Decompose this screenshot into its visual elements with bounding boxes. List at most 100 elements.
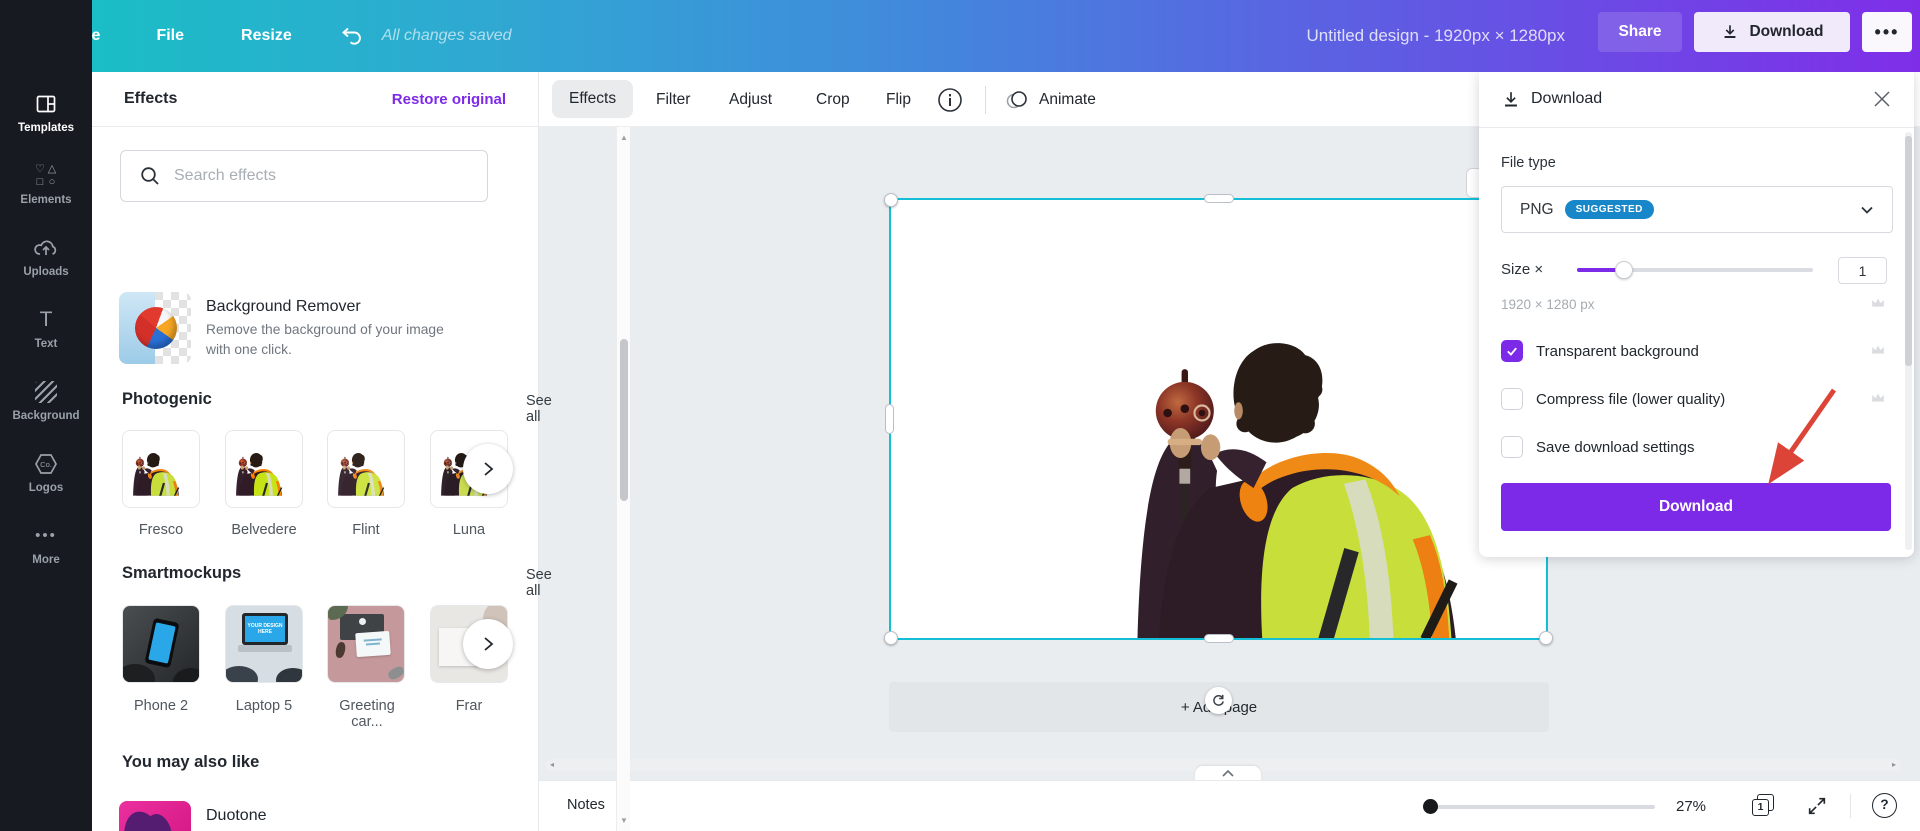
chevron-down-icon: [1861, 206, 1873, 214]
effect-label: Flint: [352, 522, 380, 538]
mockup-thumb-greeting-card[interactable]: [327, 605, 405, 683]
transparent-background-option[interactable]: Transparent background: [1501, 340, 1699, 362]
file-type-select[interactable]: PNG SUGGESTED: [1501, 186, 1893, 233]
share-label: Share: [1618, 23, 1662, 40]
size-slider-thumb[interactable]: [1615, 261, 1633, 279]
download-icon: [1725, 25, 1736, 38]
undo-icon[interactable]: [340, 25, 364, 47]
zoom-slider[interactable]: [1423, 799, 1655, 814]
toolbar-effects-tab[interactable]: Effects: [552, 80, 634, 118]
mockup-thumb-laptop[interactable]: YOUR DESIGN HERE: [225, 605, 303, 683]
chevron-right-icon: [484, 637, 494, 651]
panel-scrollbar-thumb[interactable]: [620, 339, 628, 501]
filter-tab-label: Filter: [656, 90, 691, 108]
rotate-handle[interactable]: [1205, 687, 1232, 714]
zoom-level: 27%: [1676, 798, 1707, 815]
duotone-item[interactable]: Duotone Apply a two-color palette to you…: [119, 801, 448, 831]
more-icon: •••: [35, 527, 57, 544]
restore-original-link[interactable]: Restore original: [392, 91, 506, 108]
mockup-screen-text: YOUR DESIGN HERE: [247, 623, 283, 635]
resize-handle-left[interactable]: [885, 404, 894, 434]
smartmockups-next-button[interactable]: [463, 619, 513, 669]
background-remover-thumbnail: [119, 292, 191, 364]
resize-menu[interactable]: Resize: [241, 27, 292, 45]
search-input[interactable]: [174, 167, 454, 185]
effects-panel-header: Effects Restore original: [92, 72, 538, 127]
effect-thumb-flint[interactable]: [327, 430, 405, 508]
resize-handle-bottom-left[interactable]: [884, 631, 898, 645]
close-icon[interactable]: [1872, 89, 1892, 109]
download-menu-button[interactable]: Download: [1694, 12, 1850, 52]
download-confirm-button[interactable]: Download: [1501, 483, 1891, 531]
share-button[interactable]: Share: [1598, 12, 1682, 52]
adjust-tab-label: Adjust: [729, 90, 773, 108]
search-effects-box[interactable]: [120, 150, 488, 202]
fullscreen-icon[interactable]: [1806, 795, 1828, 817]
resize-handle-bottom[interactable]: [1204, 634, 1234, 643]
effect-thumb-fresco[interactable]: [122, 430, 200, 508]
notes-button[interactable]: Notes: [567, 797, 605, 813]
duotone-title: Duotone: [206, 807, 267, 824]
pro-crown-icon: [1872, 298, 1884, 307]
compress-file-checkbox[interactable]: [1501, 388, 1523, 410]
resize-handle-top-left[interactable]: [884, 193, 898, 207]
sidebar-item-elements[interactable]: ♡ △ □ ○ Elements: [0, 148, 92, 220]
scroll-right-icon[interactable]: ▸: [1892, 760, 1896, 769]
duotone-thumbnail: [119, 801, 191, 831]
scroll-up-icon[interactable]: ▲: [619, 133, 629, 142]
animate-button[interactable]: Animate: [1005, 72, 1096, 127]
chevron-right-icon: [484, 462, 494, 476]
toolbar-crop-tab[interactable]: Crop: [816, 72, 850, 127]
effect-label: Luna: [452, 522, 486, 538]
effects-tab-label: Effects: [569, 90, 617, 107]
photogenic-next-button[interactable]: [463, 444, 513, 494]
transparent-background-checkbox[interactable]: [1501, 340, 1523, 362]
design-title[interactable]: Untitled design - 1920px × 1280px: [1307, 26, 1566, 46]
option-label: Transparent background: [1536, 342, 1699, 360]
file-menu[interactable]: File: [156, 27, 184, 45]
more-options-button[interactable]: •••: [1862, 12, 1912, 52]
size-multiplier-input[interactable]: [1838, 257, 1887, 284]
size-label: Size ×: [1501, 261, 1544, 278]
effect-thumb-belvedere[interactable]: [225, 430, 303, 508]
design-page[interactable]: [891, 200, 1546, 638]
resize-handle-top[interactable]: [1204, 194, 1234, 203]
uploads-icon: [33, 235, 59, 261]
download-panel-scrollbar[interactable]: [1905, 132, 1912, 550]
scroll-down-icon[interactable]: ▼: [619, 816, 629, 825]
sidebar-label: Background: [12, 409, 80, 422]
smartmockups-see-all-link[interactable]: See all: [526, 567, 552, 599]
background-remover-item[interactable]: Background Remover Remove the background…: [119, 292, 464, 364]
mockup-thumb-phone[interactable]: [122, 605, 200, 683]
save-settings-checkbox[interactable]: [1501, 436, 1523, 458]
size-slider[interactable]: [1577, 261, 1813, 279]
mockup-label: Laptop 5: [235, 698, 293, 714]
mockup-label: Greeting car...: [339, 698, 395, 730]
sidebar-item-more[interactable]: ••• More: [0, 508, 92, 580]
toolbar-filter-tab[interactable]: Filter: [656, 72, 690, 127]
toolbar-flip-tab[interactable]: Flip: [886, 72, 911, 127]
background-remover-title: Background Remover: [206, 298, 361, 315]
templates-icon: [33, 91, 59, 117]
scroll-left-icon[interactable]: ◂: [550, 760, 554, 769]
sidebar-item-uploads[interactable]: Uploads: [0, 220, 92, 292]
resize-handle-bottom-right[interactable]: [1539, 631, 1553, 645]
zoom-slider-thumb[interactable]: [1423, 799, 1438, 814]
panel-scrollbar[interactable]: ▲ ▼: [616, 127, 630, 831]
sidebar-item-templates[interactable]: Templates: [0, 76, 92, 148]
sidebar-item-background[interactable]: Background: [0, 364, 92, 436]
sidebar-item-logos[interactable]: Co. Logos: [0, 436, 92, 508]
collapse-notes-button[interactable]: [1195, 766, 1261, 781]
logos-icon: Co.: [33, 451, 59, 477]
compress-file-option[interactable]: Compress file (lower quality): [1501, 388, 1725, 410]
download-panel-scrollbar-thumb[interactable]: [1905, 136, 1912, 366]
background-icon: [33, 379, 59, 405]
help-button[interactable]: ?: [1872, 793, 1897, 818]
sidebar-item-text[interactable]: T Text: [0, 292, 92, 364]
pages-view-button[interactable]: 1: [1752, 794, 1774, 816]
animate-icon: [1006, 90, 1027, 108]
toolbar-adjust-tab[interactable]: Adjust: [729, 72, 772, 127]
photogenic-see-all-link[interactable]: See all: [526, 393, 552, 425]
info-button[interactable]: [937, 72, 963, 127]
save-settings-option[interactable]: Save download settings: [1501, 436, 1694, 458]
